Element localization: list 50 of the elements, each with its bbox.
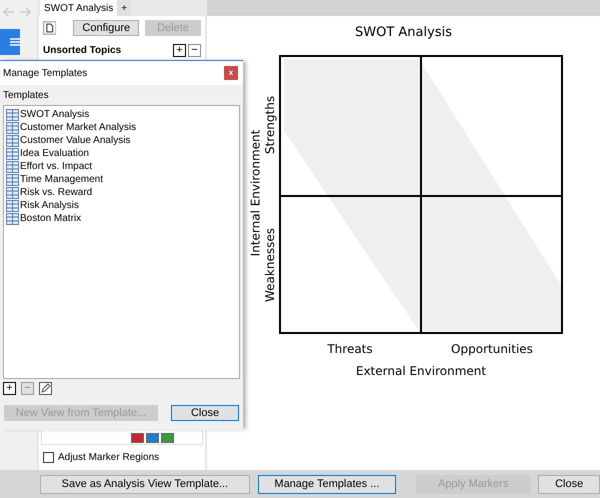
forward-arrow-icon[interactable]: [19, 7, 31, 17]
section-title: Unsorted Topics: [43, 44, 122, 58]
tab[interactable]: +: [117, 0, 132, 16]
pencil-icon[interactable]: [39, 382, 52, 395]
grid-icon: [6, 122, 19, 134]
list-item[interactable]: Idea Evaluation: [6, 147, 239, 160]
grid-icon: [6, 160, 19, 172]
x-axis-label: External Environment: [356, 362, 486, 380]
menu-button[interactable]: [0, 29, 20, 55]
list-item[interactable]: Effort vs. Impact: [6, 160, 239, 173]
configure-button[interactable]: Configure: [73, 20, 140, 36]
color-swatch[interactable]: [161, 433, 174, 443]
grid-icon: [6, 212, 19, 224]
column-label: Opportunities: [451, 340, 533, 358]
list-label: Templates: [3, 90, 49, 101]
row-label: Strengths: [262, 95, 278, 154]
remove-button[interactable]: −: [188, 44, 201, 57]
copy-icon[interactable]: [43, 21, 56, 35]
list-item[interactable]: Time Management: [6, 173, 239, 186]
dialog-title: Manage Templates: [3, 66, 88, 80]
list-item[interactable]: Customer Value Analysis: [6, 134, 239, 147]
grid-icon: [6, 148, 19, 160]
grid-icon: [6, 174, 19, 186]
color-swatch[interactable]: [146, 433, 159, 443]
add-button[interactable]: +: [3, 382, 16, 395]
menu-icon: [10, 38, 20, 46]
grid-icon: [6, 200, 19, 212]
checkbox-label: Adjust Marker Regions: [58, 451, 160, 465]
close-button[interactable]: x: [224, 66, 238, 80]
column-label: Threats: [327, 340, 373, 358]
list-item[interactable]: Risk Analysis: [6, 199, 239, 212]
grid-icon: [6, 186, 19, 198]
back-arrow-icon[interactable]: [3, 7, 15, 17]
footer-button[interactable]: Save as Analysis View Template...: [40, 474, 250, 494]
footer-button[interactable]: Manage Templates ...: [258, 474, 396, 494]
add-button[interactable]: +: [173, 44, 186, 57]
list-item[interactable]: SWOT Analysis: [6, 108, 239, 121]
color-swatch[interactable]: [131, 433, 144, 443]
row-label: Weaknesses: [262, 228, 278, 302]
grid-icon: [6, 134, 19, 146]
grid-icon: [6, 108, 19, 120]
checkbox[interactable]: [43, 452, 54, 463]
tab[interactable]: SWOT Analysis: [40, 0, 118, 16]
footer-button[interactable]: Close: [538, 474, 600, 494]
diagram-title: SWOT Analysis: [355, 24, 452, 42]
list-item[interactable]: Customer Market Analysis: [6, 121, 239, 134]
close-button[interactable]: Close: [171, 405, 239, 421]
list-item[interactable]: Risk vs. Reward: [6, 186, 239, 199]
y-axis-label: Internal Environment: [247, 130, 263, 256]
list-item[interactable]: Boston Matrix: [6, 212, 239, 225]
